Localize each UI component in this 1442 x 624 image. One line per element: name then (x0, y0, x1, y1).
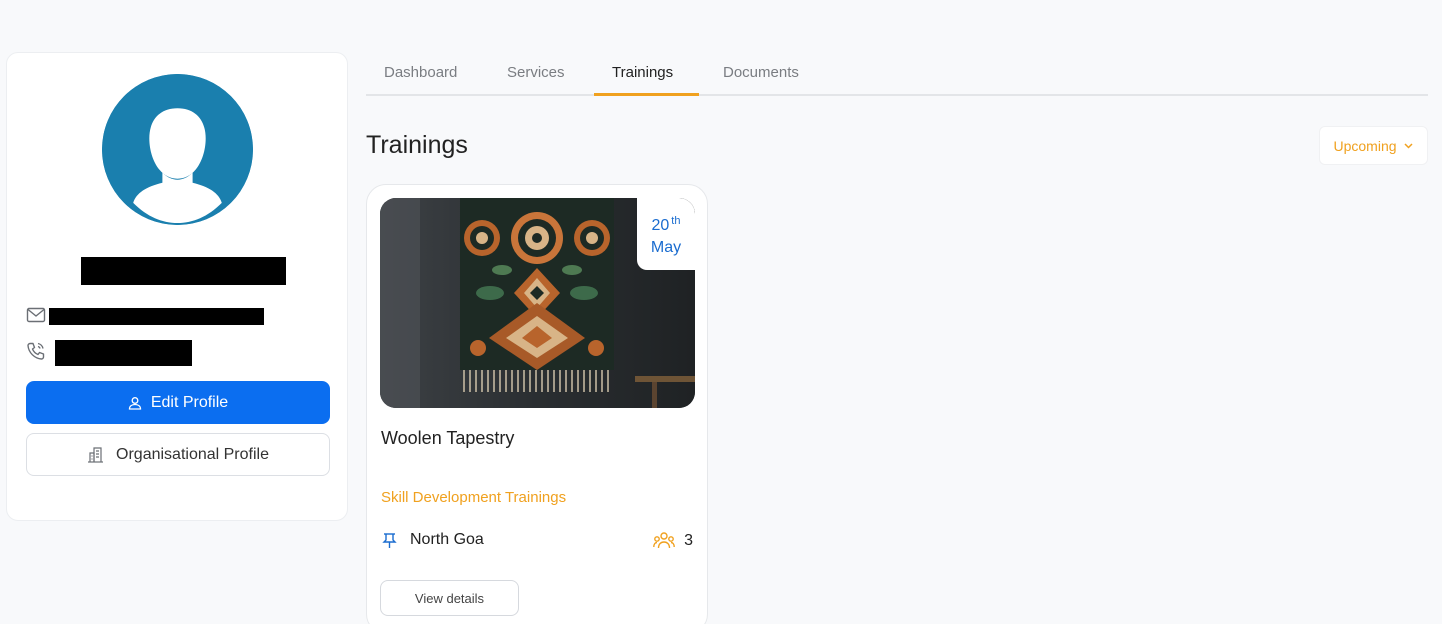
training-title: Woolen Tapestry (381, 428, 515, 448)
redacted-email (49, 308, 264, 325)
active-tab-indicator (594, 93, 699, 96)
phone-icon (26, 341, 46, 361)
tab-trainings[interactable]: Trainings (612, 64, 673, 96)
organisational-profile-button[interactable]: Organisational Profile (26, 433, 330, 476)
redacted-name (81, 257, 286, 285)
training-image: 20th May (380, 198, 695, 408)
organisational-profile-label: Organisational Profile (116, 445, 269, 463)
training-category: Skill Development Trainings (381, 489, 567, 506)
tab-documents[interactable]: Documents (723, 64, 799, 96)
chevron-down-icon (1403, 143, 1413, 149)
filter-dropdown[interactable]: Upcoming (1319, 126, 1428, 165)
redacted-phone (55, 340, 192, 366)
date-badge: 20th May (637, 198, 695, 270)
participants-count: 3 (684, 532, 693, 549)
profile-card: Edit Profile Organisational Profile (6, 52, 348, 521)
tab-bar: Dashboard Services Trainings Documents (366, 52, 1428, 96)
edit-profile-label: Edit Profile (150, 393, 229, 411)
mail-icon (26, 306, 46, 324)
pin-icon (382, 532, 397, 548)
tab-services[interactable]: Services (507, 64, 565, 96)
edit-profile-button[interactable]: Edit Profile (26, 381, 330, 424)
user-icon (128, 396, 141, 410)
training-location: North Goa (381, 531, 484, 549)
location-label: North Goa (410, 531, 484, 548)
user-avatar-icon (102, 74, 253, 225)
building-icon (88, 447, 104, 463)
page-title: Trainings (366, 131, 468, 159)
tab-dashboard[interactable]: Dashboard (384, 64, 457, 96)
date-month: May (650, 239, 682, 256)
filter-label: Upcoming (1333, 137, 1397, 154)
users-icon (653, 532, 675, 549)
date-suffix: th (671, 215, 681, 227)
avatar (102, 74, 253, 225)
date-day: 20 (651, 217, 670, 234)
view-details-button[interactable]: View details (380, 580, 519, 616)
training-participants: 3 (653, 531, 693, 551)
training-card[interactable]: 20th May Woolen Tapestry Skill Developme… (366, 184, 708, 624)
